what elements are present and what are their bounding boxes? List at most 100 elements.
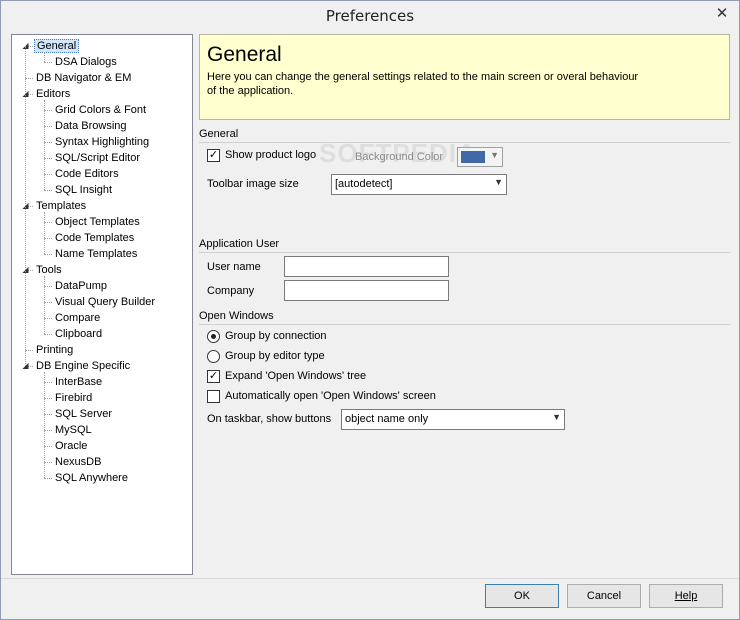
tree-item[interactable]: Editors: [34, 86, 72, 102]
preferences-dialog: Preferences ✕ General ◢ DSA Dialogs DB Navi…: [0, 0, 740, 620]
tree-item[interactable]: DB Engine Specific: [34, 358, 132, 374]
tree-connector: [25, 350, 33, 351]
tree-connector: [44, 110, 52, 111]
tree-item-label: Syntax Highlighting: [55, 136, 150, 148]
show-logo-label: Show product logo: [225, 149, 317, 161]
expand-tree-label: Expand 'Open Windows' tree: [225, 370, 367, 382]
chevron-down-icon: ▼: [552, 412, 561, 422]
background-color-label: Background Color: [355, 151, 444, 163]
tree-item[interactable]: SQL Server: [53, 406, 114, 422]
tree-item-label: DB Navigator & EM: [36, 72, 132, 84]
general-section-label: General: [199, 128, 239, 140]
tree-item[interactable]: Code Templates: [53, 230, 136, 246]
user-name-label: User name: [207, 261, 261, 273]
tree-item-label: Firebird: [55, 392, 93, 404]
tree-item-label: Grid Colors & Font: [55, 104, 147, 116]
group-by-connection-label: Group by connection: [225, 330, 327, 342]
tree-item-label: Code Editors: [55, 168, 119, 180]
tree-item-label: General: [34, 39, 80, 53]
background-color-swatch: [461, 151, 485, 163]
company-field[interactable]: [284, 280, 449, 301]
toolbar-size-label: Toolbar image size: [207, 178, 299, 190]
tree-connector: [44, 382, 52, 383]
tree-item[interactable]: DSA Dialogs: [53, 54, 119, 70]
ok-button[interactable]: OK: [485, 584, 559, 608]
user-name-field[interactable]: [284, 256, 449, 277]
taskbar-value: object name only: [345, 413, 429, 425]
tree-connector: [44, 174, 52, 175]
tree-item[interactable]: Name Templates: [53, 246, 139, 262]
tree-item[interactable]: InterBase: [53, 374, 104, 390]
tree-connector: [44, 190, 52, 191]
tree-connector: [44, 398, 52, 399]
app-user-section-label: Application User: [199, 238, 280, 250]
tree-item[interactable]: Grid Colors & Font: [53, 102, 148, 118]
close-icon[interactable]: ✕: [705, 1, 739, 25]
tree-item-label: SQL Anywhere: [55, 472, 128, 484]
tree-item-label: Visual Query Builder: [55, 296, 156, 308]
background-color-picker[interactable]: ▼: [457, 147, 503, 167]
preferences-tree[interactable]: General ◢ DSA Dialogs DB Navigator & EM Edit…: [11, 34, 193, 575]
tree-item[interactable]: Code Editors: [53, 166, 121, 182]
footer-divider: [1, 578, 739, 579]
open-windows-section-divider: [199, 324, 730, 325]
tree-item-label: Templates: [36, 200, 87, 212]
show-logo-checkbox[interactable]: ✓: [207, 149, 220, 162]
tree-item[interactable]: SQL Insight: [53, 182, 114, 198]
tree-connector: [44, 302, 52, 303]
tree-item[interactable]: Data Browsing: [53, 118, 129, 134]
tree-item[interactable]: Object Templates: [53, 214, 142, 230]
tree-item[interactable]: SQL Anywhere: [53, 470, 130, 486]
group-by-editor-radio[interactable]: [207, 350, 220, 363]
tree-item[interactable]: Oracle: [53, 438, 89, 454]
page-header: General Here you can change the general …: [199, 34, 730, 120]
tree-connector: [44, 318, 52, 319]
tree-item-label: SQL Insight: [55, 184, 113, 196]
tree-item[interactable]: NexusDB: [53, 454, 103, 470]
tree-connector: [44, 52, 45, 62]
tree-item-label: NexusDB: [55, 456, 102, 468]
tree-item[interactable]: SQL/Script Editor: [53, 150, 142, 166]
tree-item[interactable]: General: [34, 38, 80, 54]
tree-item-label: Code Templates: [55, 232, 135, 244]
tree-item-label: Printing: [36, 344, 74, 356]
tree-connector: [44, 158, 52, 159]
page-title: General: [207, 43, 282, 66]
tree-item[interactable]: MySQL: [53, 422, 94, 438]
auto-open-label: Automatically open 'Open Windows' screen: [225, 390, 436, 402]
cancel-button[interactable]: Cancel: [567, 584, 641, 608]
page-description: Here you can change the general settings…: [207, 71, 639, 97]
tree-item[interactable]: Templates: [34, 198, 88, 214]
tree-connector: [44, 446, 52, 447]
tree-item[interactable]: DataPump: [53, 278, 109, 294]
tree-item-label: Editors: [36, 88, 71, 100]
tree-connector: [44, 62, 52, 63]
tree-item-label: Data Browsing: [55, 120, 127, 132]
chevron-down-icon: ▼: [490, 150, 499, 160]
taskbar-select[interactable]: object name only ▼: [341, 409, 565, 430]
tree-connector: [44, 276, 45, 334]
tree-item-label: DB Engine Specific: [36, 360, 131, 372]
auto-open-checkbox[interactable]: [207, 390, 220, 403]
group-by-connection-radio[interactable]: [207, 330, 220, 343]
tree-item[interactable]: DB Navigator & EM: [34, 70, 133, 86]
tree-connector: [44, 414, 52, 415]
help-button[interactable]: Help: [649, 584, 723, 608]
tree-item-label: Oracle: [55, 440, 88, 452]
tree-item[interactable]: Printing: [34, 342, 75, 358]
tree-item[interactable]: Clipboard: [53, 326, 104, 342]
tree-item-label: DSA Dialogs: [55, 56, 117, 68]
tree-item[interactable]: Visual Query Builder: [53, 294, 157, 310]
expand-tree-checkbox[interactable]: ✓: [207, 370, 220, 383]
tree-item[interactable]: Tools: [34, 262, 64, 278]
tree-connector: [44, 142, 52, 143]
tree-item[interactable]: Syntax Highlighting: [53, 134, 151, 150]
tree-item-label: Tools: [36, 264, 62, 276]
tree-item[interactable]: Compare: [53, 310, 102, 326]
tree-item-label: InterBase: [55, 376, 103, 388]
tree-connector: [44, 100, 45, 190]
tree-connector: [44, 126, 52, 127]
toolbar-size-select[interactable]: [autodetect] ▼: [331, 174, 507, 195]
tree-connector: [44, 254, 52, 255]
tree-item[interactable]: Firebird: [53, 390, 94, 406]
